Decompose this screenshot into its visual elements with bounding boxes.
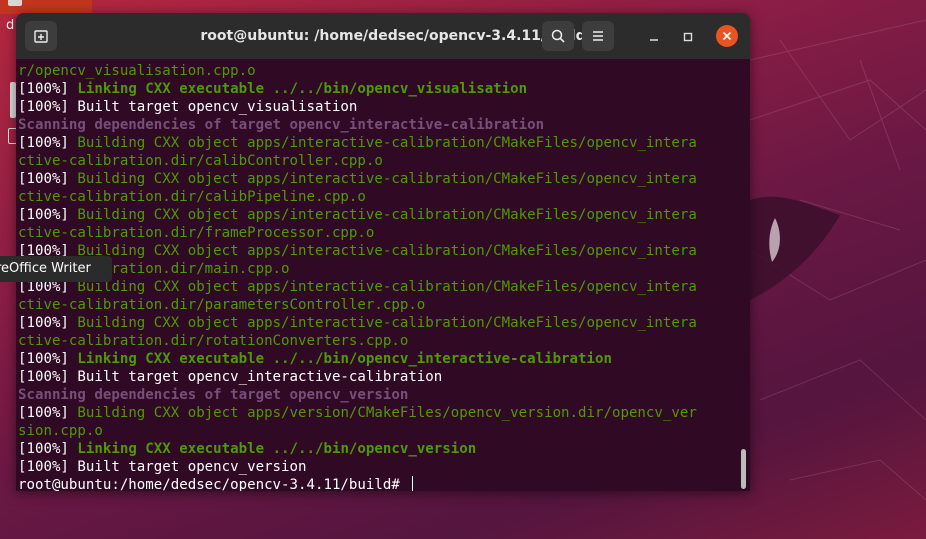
terminal-line: [100%] Linking CXX executable ../../bin/… [18, 80, 738, 98]
tooltip-text: reOffice Writer [0, 261, 91, 276]
terminal-line: [100%] Built target opencv_interactive-c… [18, 368, 738, 386]
terminal-text: [100%] Built target opencv_version [18, 459, 307, 475]
prompt-line[interactable]: root@ubuntu:/home/dedsec/opencv-3.4.11/b… [18, 476, 738, 491]
close-button[interactable] [716, 25, 738, 47]
close-icon [722, 31, 732, 41]
scrollbar-thumb[interactable] [741, 449, 746, 489]
terminal-text: [100%] [18, 207, 78, 223]
terminal-text: Scanning dependencies of target opencv_v… [18, 387, 409, 403]
hamburger-menu-icon [593, 31, 603, 41]
terminal-line: ctive-calibration.dir/calibPipeline.cpp.… [18, 188, 738, 206]
terminal-window[interactable]: root@ubuntu: /home/dedsec/opencv-3.4.11/… [16, 13, 750, 491]
terminal-text: [100%] [18, 171, 78, 187]
terminal-line: ctive-calibration.dir/rotationConverters… [18, 332, 738, 350]
terminal-line: ctive-calibration.dir/main.cpp.o [18, 260, 738, 278]
desktop-icon-thumb [8, 0, 22, 6]
search-icon [551, 29, 565, 43]
minimize-icon [650, 39, 658, 41]
terminal-text: [100%] Built target opencv_visualisation [18, 99, 358, 115]
maximize-icon [683, 32, 693, 42]
terminal-line: sion.cpp.o [18, 422, 738, 440]
shell-prompt: root@ubuntu:/home/dedsec/opencv-3.4.11/b… [18, 477, 409, 491]
minimize-button[interactable] [644, 27, 664, 47]
new-tab-icon [34, 30, 48, 43]
terminal-text: [100%] [18, 135, 78, 151]
terminal-text: Building CXX object apps/interactive-cal… [77, 171, 697, 187]
terminal-text: ctive-calibration.dir/calibController.cp… [18, 153, 383, 169]
app-tooltip: reOffice Writer [0, 256, 112, 282]
terminal-text: [100%] [18, 81, 78, 97]
terminal-text: Building CXX object apps/version/CMakeFi… [77, 405, 697, 421]
terminal-text: ctive-calibration.dir/frameProcessor.cpp… [18, 225, 375, 241]
terminal-line: ctive-calibration.dir/parametersControll… [18, 296, 738, 314]
terminal-line: [100%] Building CXX object apps/interact… [18, 278, 738, 296]
terminal-line: [100%] Building CXX object apps/interact… [18, 134, 738, 152]
terminal-text: sion.cpp.o [18, 423, 103, 439]
terminal-text: [100%] [18, 315, 78, 331]
search-button[interactable] [542, 21, 574, 51]
text-cursor [412, 476, 414, 491]
maximize-button[interactable] [678, 27, 698, 47]
terminal-line: [100%] Linking CXX executable ../../bin/… [18, 440, 738, 458]
terminal-text: Scanning dependencies of target opencv_i… [18, 117, 545, 133]
terminal-text: ctive-calibration.dir/rotationConverters… [18, 333, 409, 349]
terminal-line: [100%] Building CXX object apps/interact… [18, 314, 738, 332]
terminal-text: Building CXX object apps/interactive-cal… [77, 243, 697, 259]
terminal-line: [100%] Built target opencv_version [18, 458, 738, 476]
menu-button[interactable] [582, 21, 614, 51]
terminal-text: Linking CXX executable ../../bin/opencv_… [77, 441, 477, 457]
terminal-line: r/opencv_visualisation.cpp.o [18, 62, 738, 80]
window-title: root@ubuntu: /home/dedsec/opencv-3.4.11/… [200, 28, 586, 44]
terminal-text: [100%] [18, 351, 78, 367]
terminal-line: ctive-calibration.dir/calibController.cp… [18, 152, 738, 170]
terminal-text: Building CXX object apps/interactive-cal… [77, 135, 697, 151]
titlebar[interactable]: root@ubuntu: /home/dedsec/opencv-3.4.11/… [16, 13, 750, 59]
desktop-icon-label: d [6, 18, 15, 33]
terminal-text: Building CXX object apps/interactive-cal… [77, 315, 697, 331]
terminal-line: [100%] Building CXX object apps/interact… [18, 242, 738, 260]
terminal-line: Scanning dependencies of target opencv_v… [18, 386, 738, 404]
terminal-text: [100%] Built target opencv_interactive-c… [18, 369, 443, 385]
terminal-line: [100%] Built target opencv_visualisation [18, 98, 738, 116]
terminal-text: Linking CXX executable ../../bin/opencv_… [77, 81, 528, 97]
terminal-line: [100%] Building CXX object apps/interact… [18, 206, 738, 224]
terminal-text: [100%] [18, 441, 78, 457]
terminal-text: Building CXX object apps/interactive-cal… [77, 279, 697, 295]
terminal-line: Scanning dependencies of target opencv_i… [18, 116, 738, 134]
terminal-line: [100%] Building CXX object apps/version/… [18, 404, 738, 422]
terminal-line: [100%] Linking CXX executable ../../bin/… [18, 350, 738, 368]
terminal-text: ctive-calibration.dir/calibPipeline.cpp.… [18, 189, 366, 205]
terminal-text: Building CXX object apps/interactive-cal… [77, 207, 697, 223]
terminal-text: Linking CXX executable ../../bin/opencv_… [77, 351, 612, 367]
new-tab-button[interactable] [25, 21, 57, 51]
terminal-line: [100%] Building CXX object apps/interact… [18, 170, 738, 188]
terminal-text: r/opencv_visualisation.cpp.o [18, 63, 256, 79]
terminal-output[interactable]: r/opencv_visualisation.cpp.o [100%] Linki… [18, 62, 738, 491]
terminal-line: ctive-calibration.dir/frameProcessor.cpp… [18, 224, 738, 242]
terminal-text: [100%] [18, 405, 78, 421]
terminal-text: ctive-calibration.dir/parametersControll… [18, 297, 426, 313]
